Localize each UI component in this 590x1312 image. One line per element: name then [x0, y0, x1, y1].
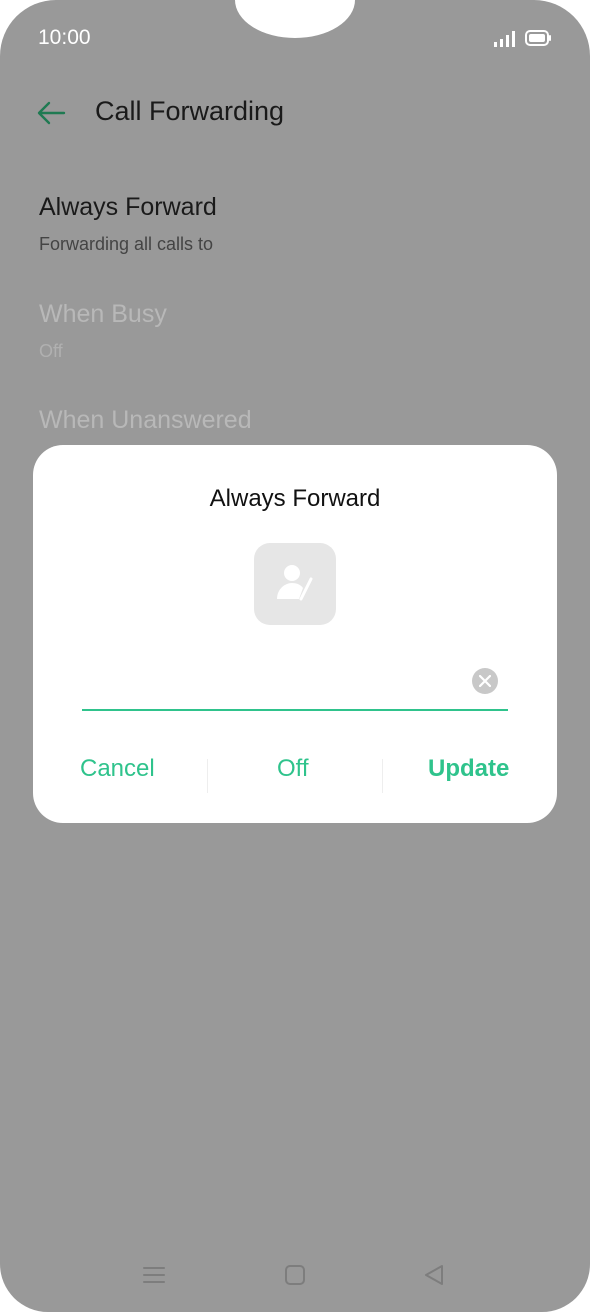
setting-title: Always Forward	[39, 193, 217, 221]
back-icon[interactable]	[423, 1264, 445, 1286]
dialog-actions: Cancel Off Update	[33, 755, 557, 795]
forward-number-input[interactable]	[82, 663, 508, 711]
setting-subtitle: Forwarding all calls to	[39, 234, 214, 254]
menu-icon[interactable]	[143, 1264, 165, 1286]
divider	[382, 759, 383, 793]
cancel-button[interactable]: Cancel	[80, 755, 155, 783]
back-arrow-icon[interactable]	[36, 98, 66, 128]
off-button[interactable]: Off	[277, 755, 309, 783]
signal-icon	[494, 31, 515, 47]
divider	[207, 759, 208, 793]
dialog-title: Always Forward	[209, 485, 381, 512]
setting-title: When Busy	[39, 300, 167, 328]
navigation-bar	[0, 1258, 590, 1294]
page-title: Call Forwarding	[95, 96, 285, 126]
contact-edit-icon	[277, 565, 313, 601]
setting-title: When Unanswered	[39, 406, 252, 434]
clear-input-button[interactable]	[472, 668, 498, 694]
setting-when-unanswered[interactable]: When Unanswered	[39, 406, 252, 435]
setting-always-forward[interactable]: Always Forward Forwarding all calls to	[39, 193, 217, 255]
setting-subtitle: Off	[39, 341, 63, 361]
home-icon[interactable]	[284, 1264, 306, 1286]
app-bar: Call Forwarding	[0, 90, 590, 138]
update-button[interactable]: Update	[428, 755, 509, 783]
battery-icon	[525, 30, 551, 46]
setting-when-busy[interactable]: When Busy Off	[39, 300, 167, 362]
status-time: 10:00	[38, 26, 91, 49]
always-forward-dialog: Always Forward Cancel Off Update	[33, 445, 557, 823]
pick-contact-button[interactable]	[254, 543, 336, 625]
status-bar: 10:00	[0, 26, 590, 54]
clear-icon	[479, 675, 491, 687]
phone-screen: 10:00 Call Forwarding Always Forward For…	[0, 0, 590, 1312]
